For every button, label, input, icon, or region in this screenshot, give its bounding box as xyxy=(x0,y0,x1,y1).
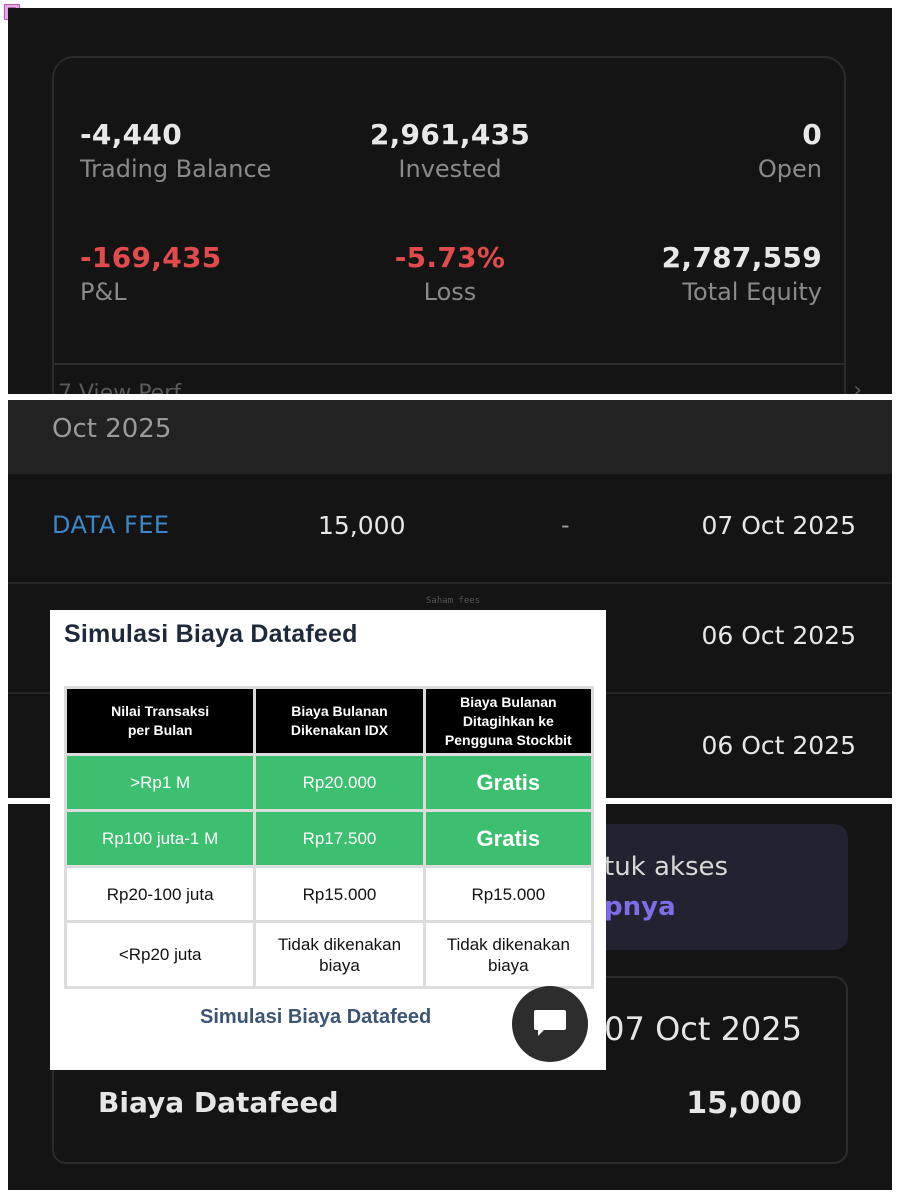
card-divider xyxy=(54,363,844,365)
invested-stat: 2,961,435 Invested xyxy=(320,118,580,184)
pnl-stat: -169,435 P&L xyxy=(80,241,222,307)
simulation-title: Simulasi Biaya Datafeed xyxy=(64,620,358,648)
table-cell: Rp20-100 juta xyxy=(63,865,257,923)
transaction-date: 06 Oct 2025 xyxy=(701,621,856,650)
detail-date: 07 Oct 2025 xyxy=(604,1010,802,1048)
summary-card: -4,440 Trading Balance 2,961,435 Investe… xyxy=(52,56,846,394)
total-equity-stat: 2,787,559 Total Equity xyxy=(562,241,822,307)
month-header: Oct 2025 xyxy=(8,400,892,474)
table-cell: Gratis xyxy=(422,809,595,868)
table-cell: Rp20.000 xyxy=(253,753,426,812)
pnl-label: P&L xyxy=(80,278,127,306)
header-transaction-value: Nilai Transaksi per Bulan xyxy=(63,686,257,756)
table-row[interactable]: DATA FEE 15,000 - 07 Oct 2025 xyxy=(8,474,892,584)
table-cell: <Rp20 juta xyxy=(63,920,257,989)
detail-value: 15,000 xyxy=(686,1086,802,1121)
loss-stat: -5.73% Loss xyxy=(320,241,580,307)
table-row: <Rp20 juta Tidak dikenakan biaya Tidak di… xyxy=(63,920,595,989)
view-performance-link[interactable]: 7 View Perf xyxy=(58,381,181,394)
loss-value: -5.73% xyxy=(394,241,506,274)
chevron-right-icon[interactable]: › xyxy=(853,378,862,394)
header-idx-fee: Biaya Bulanan Dikenakan IDX xyxy=(253,686,426,756)
table-row: Rp20-100 juta Rp15.000 Rp15.000 xyxy=(63,865,595,923)
promo-text: tuk akses xyxy=(604,852,729,882)
table-row: >Rp1 M Rp20.000 Gratis xyxy=(63,753,595,812)
table-cell: Rp100 juta-1 M xyxy=(63,809,257,868)
transaction-date: 06 Oct 2025 xyxy=(701,731,856,760)
table-cell: Tidak dikenakan biaya xyxy=(422,920,595,989)
promo-link[interactable]: pnya xyxy=(604,892,676,922)
loss-label: Loss xyxy=(423,278,477,306)
table-cell: >Rp1 M xyxy=(63,753,257,812)
trading-balance-label: Trading Balance xyxy=(80,155,272,183)
table-cell: Rp15.000 xyxy=(422,865,595,923)
detail-label: Biaya Datafeed xyxy=(98,1086,339,1119)
month-label: Oct 2025 xyxy=(52,414,172,444)
invested-label: Invested xyxy=(398,155,502,183)
transaction-type[interactable]: DATA FEE xyxy=(52,511,170,539)
portfolio-summary-panel: -4,440 Trading Balance 2,961,435 Investe… xyxy=(8,8,892,394)
transaction-date: 07 Oct 2025 xyxy=(701,511,856,540)
total-equity-value: 2,787,559 xyxy=(661,241,822,274)
pnl-value: -169,435 xyxy=(80,241,222,274)
trading-balance-stat: -4,440 Trading Balance xyxy=(80,118,271,184)
datafeed-simulation-overlay: Simulasi Biaya Datafeed Nilai Transaksi p… xyxy=(50,610,606,1070)
open-value: 0 xyxy=(802,118,822,151)
header-user-fee: Biaya Bulanan Ditagihkan ke Pengguna Stock… xyxy=(422,686,595,756)
open-stat: 0 Open xyxy=(562,118,822,184)
simulation-caption[interactable]: Simulasi Biaya Datafeed xyxy=(200,1006,431,1029)
table-cell: Tidak dikenakan biaya xyxy=(253,920,426,989)
promo-banner[interactable]: tuk akses pnya xyxy=(568,824,848,950)
table-cell: Gratis xyxy=(422,753,595,812)
open-label: Open xyxy=(757,155,822,183)
chat-bubble-icon xyxy=(534,1010,566,1030)
table-cell: Rp15.000 xyxy=(253,865,426,923)
transaction-dash: - xyxy=(561,511,570,539)
trading-balance-value: -4,440 xyxy=(80,118,182,151)
chat-button[interactable] xyxy=(512,986,588,1062)
total-equity-label: Total Equity xyxy=(682,278,822,306)
invested-value: 2,961,435 xyxy=(369,118,531,151)
transaction-amount: 15,000 xyxy=(318,511,406,540)
fee-table: Nilai Transaksi per Bulan Biaya Bulanan Di… xyxy=(63,686,595,989)
table-row: Rp100 juta-1 M Rp17.500 Gratis xyxy=(63,809,595,868)
table-cell: Rp17.500 xyxy=(253,809,426,868)
